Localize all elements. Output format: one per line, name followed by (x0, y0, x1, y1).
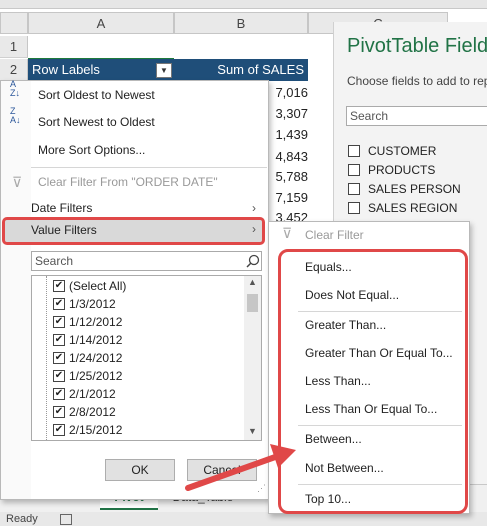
annotation-arrow (185, 444, 296, 491)
